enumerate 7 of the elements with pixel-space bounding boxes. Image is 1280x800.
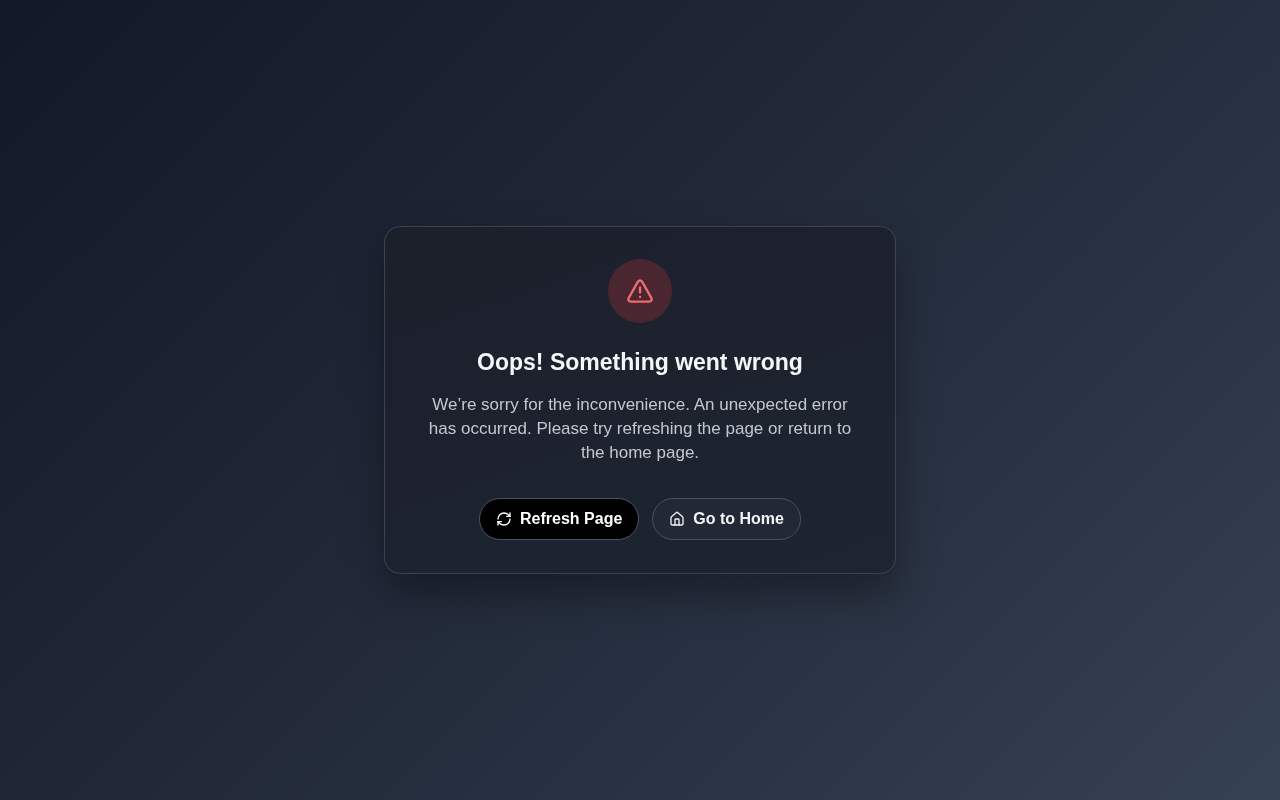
error-title: Oops! Something went wrong	[477, 348, 803, 377]
warning-icon	[608, 259, 672, 323]
home-icon	[669, 511, 686, 527]
home-button[interactable]: Go to Home	[652, 498, 801, 540]
refresh-icon	[496, 511, 513, 527]
error-message: We’re sorry for the inconvenience. An unexpected error has occurred. Please try refreshing the page or return to the home page.	[427, 394, 853, 464]
refresh-button[interactable]: Refresh Page	[479, 498, 640, 540]
